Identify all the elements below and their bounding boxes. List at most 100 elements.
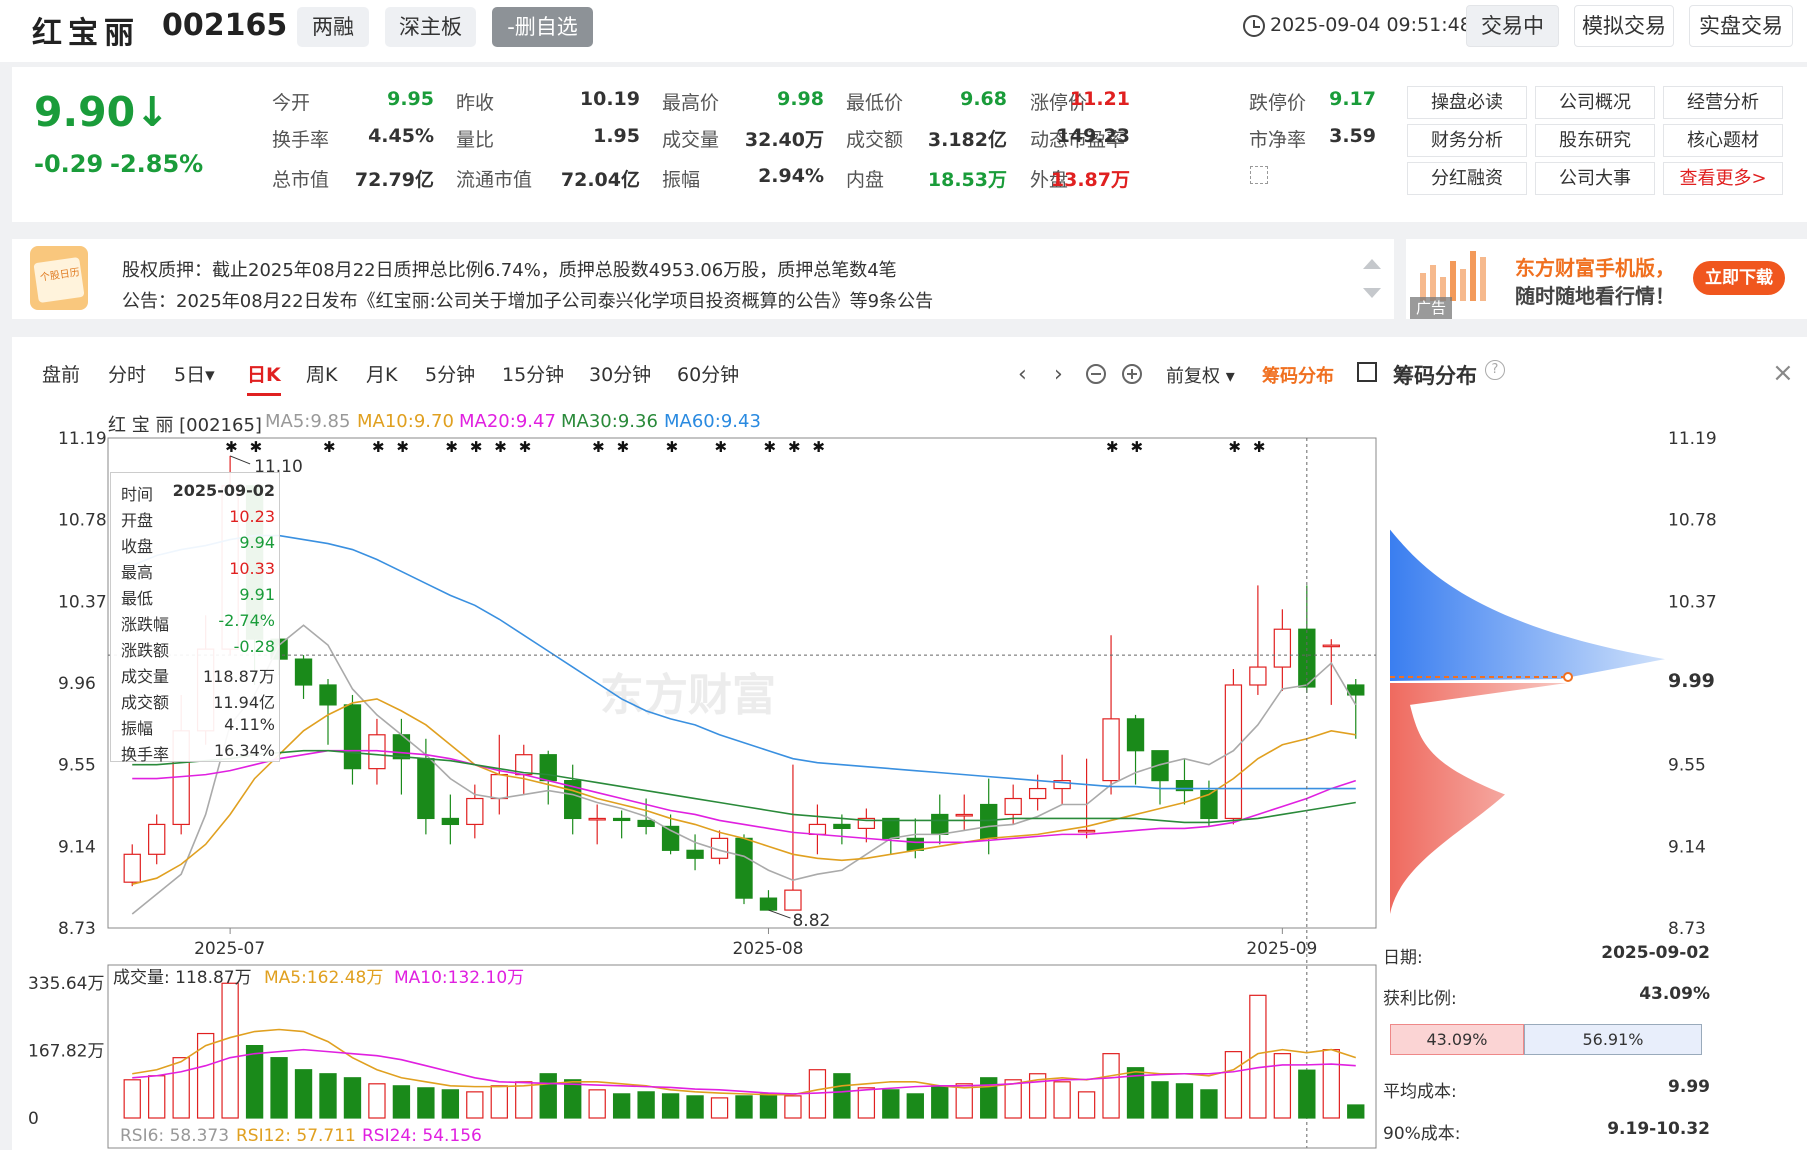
- volume-bar: [294, 1069, 313, 1119]
- chip-tick-label: 9.55: [1668, 756, 1706, 776]
- volume-bar: [319, 1073, 337, 1119]
- candle-body: [808, 823, 827, 835]
- x-tick-label: 2025-07: [194, 939, 265, 959]
- candle-tooltip: 时间 2025-09-02 开盘 10.23 收盘 9.94 最高 10.33 最低 9.91 涨跌…: [110, 472, 281, 764]
- candle-body: [148, 823, 166, 855]
- tooltip-row: 成交量 118.87万: [111, 663, 281, 689]
- event-marker: ✱: [763, 438, 776, 456]
- event-marker: ✱: [470, 438, 483, 456]
- candle-body: [784, 889, 802, 911]
- candle-body: [343, 704, 362, 770]
- tooltip-label: 最低: [121, 589, 154, 608]
- volume-bar: [686, 1095, 704, 1119]
- volume-bar: [515, 1081, 533, 1119]
- tooltip-row: 最低 9.91: [111, 585, 281, 611]
- y-tick-label: 10.37: [58, 592, 107, 612]
- low-label: 8.82: [792, 911, 830, 931]
- ma20-line: [132, 749, 1357, 844]
- chip-date-label: 日期:: [1383, 948, 1423, 968]
- candle-body: [980, 803, 998, 839]
- volume-bar: [710, 1097, 729, 1119]
- event-marker: ✱: [445, 438, 458, 456]
- event-marker: ✱: [372, 438, 385, 456]
- vol-legend: 成交量: 118.87万: [113, 968, 252, 988]
- tooltip-row: 开盘 10.23: [111, 507, 281, 533]
- event-marker: ✱: [323, 438, 336, 456]
- candle-body: [294, 658, 313, 686]
- candle-body: [1322, 644, 1340, 648]
- volume-bar: [1200, 1089, 1218, 1119]
- tooltip-label: 换手率: [121, 745, 170, 764]
- volume-bar: [1322, 1049, 1340, 1119]
- volume-bar: [466, 1091, 484, 1119]
- tooltip-row: 最高 10.33: [111, 559, 281, 585]
- volume-bar: [270, 1057, 288, 1119]
- volume-bar: [221, 982, 239, 1119]
- volume-bar: [882, 1089, 900, 1119]
- tooltip-value: 118.87万: [203, 667, 275, 686]
- tooltip-label: 开盘: [121, 511, 154, 530]
- candle-body: [1028, 787, 1047, 800]
- y-tick-label: 8.73: [58, 919, 96, 939]
- candle-body: [1273, 628, 1292, 668]
- event-marker: ✱: [225, 438, 238, 456]
- volume-bar: [564, 1079, 582, 1119]
- event-marker: ✱: [519, 438, 532, 456]
- volume-bar: [441, 1089, 460, 1119]
- tooltip-row: 时间 2025-09-02: [111, 481, 281, 507]
- volume-bar: [759, 1093, 778, 1119]
- candle-body: [686, 849, 704, 859]
- volume-bar: [172, 1057, 190, 1119]
- candle-body: [1249, 666, 1267, 686]
- volume-bar: [490, 1085, 508, 1119]
- event-marker: ✱: [812, 438, 825, 456]
- tooltip-value: 9.94: [239, 533, 275, 552]
- chip-tick-label: 10.78: [1668, 511, 1717, 531]
- volume-bar: [417, 1087, 435, 1119]
- volume-bar: [1151, 1081, 1169, 1119]
- volume-bar: [931, 1085, 949, 1119]
- volume-bar: [123, 1079, 141, 1119]
- volume-bar: [612, 1093, 631, 1119]
- candle-body: [612, 817, 631, 822]
- x-tick-label: 2025-08: [732, 939, 803, 959]
- volume-bar: [980, 1077, 998, 1119]
- chip-tick-label: 10.37: [1668, 592, 1717, 612]
- event-marker: ✱: [1131, 438, 1144, 456]
- volume-bar: [245, 1045, 264, 1119]
- event-marker: ✱: [494, 438, 507, 456]
- chip-tick-label: 11.19: [1668, 429, 1717, 449]
- profit-ratio: 43.09%: [1639, 984, 1710, 1004]
- candle-body: [1077, 829, 1096, 833]
- volume-bar: [1224, 1051, 1243, 1119]
- chip-blue-area: [1390, 529, 1665, 682]
- candle-body: [906, 837, 924, 851]
- tooltip-value: 10.33: [229, 559, 275, 578]
- event-marker: ✱: [1106, 438, 1119, 456]
- volume-bar: [857, 1087, 876, 1119]
- volume-bar: [1347, 1104, 1365, 1119]
- tooltip-label: 最高: [121, 563, 154, 582]
- vol-tick-label: 0: [28, 1109, 39, 1129]
- tooltip-value: 11.94亿: [213, 693, 275, 712]
- volume-bar: [343, 1077, 362, 1119]
- candle-body: [955, 813, 973, 817]
- rsi12-label: RSI12: 57.711: [236, 1126, 356, 1146]
- cost90-label: 90%成本:: [1383, 1124, 1461, 1144]
- volume-bar: [955, 1083, 973, 1119]
- event-marker: ✱: [1253, 438, 1266, 456]
- candle-body: [1347, 684, 1365, 696]
- volume-bar: [368, 1083, 386, 1119]
- tooltip-label: 涨跌额: [121, 641, 170, 660]
- loss-bar: 56.91%: [1524, 1024, 1702, 1055]
- volume-bar: [637, 1091, 655, 1119]
- tooltip-value: 2025-09-02: [172, 481, 275, 500]
- tooltip-row: 振幅 4.11%: [111, 715, 281, 741]
- volume-bar: [833, 1073, 851, 1119]
- tooltip-label: 涨跌幅: [121, 615, 170, 634]
- event-marker: ✱: [592, 438, 605, 456]
- vol-ma5-legend: MA5:162.48万: [264, 968, 383, 988]
- tooltip-row: 换手率 16.34%: [111, 741, 281, 767]
- volume-bar: [735, 1095, 753, 1119]
- y-tick-label: 10.78: [58, 511, 107, 531]
